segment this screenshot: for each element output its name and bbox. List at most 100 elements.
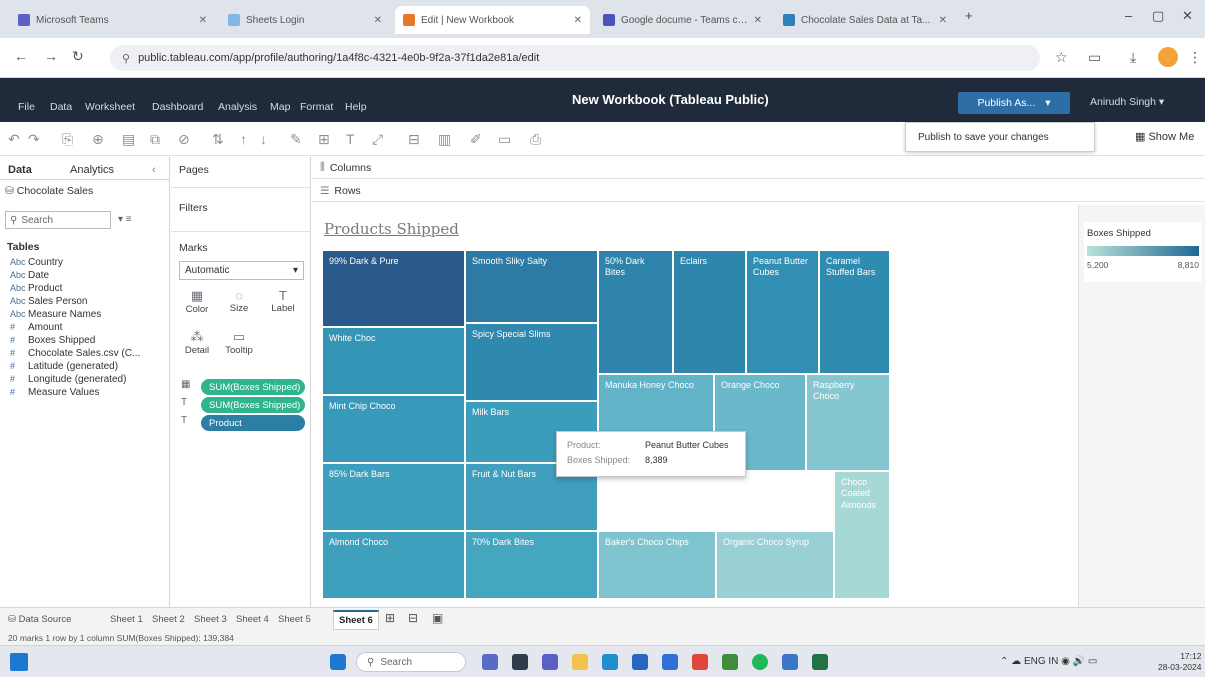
treemap-tile[interactable]: 50% Dark Bites [598, 250, 673, 374]
treemap-chart[interactable]: 99% Dark & Pure Smooth Sliky Salty 50% Dar… [312, 205, 1077, 607]
field-item[interactable]: # Boxes Shipped [10, 335, 95, 346]
tab-sheet-1[interactable]: Sheet 1 [110, 614, 143, 625]
marks-tooltip-button[interactable]: ▭ Tooltip [221, 329, 257, 356]
menu-help[interactable]: Help [345, 101, 367, 113]
menu-format[interactable]: Format [300, 101, 333, 113]
save-icon[interactable]: ⎘ [62, 131, 73, 148]
redo-icon[interactable]: ↷ [28, 131, 40, 148]
new-worksheet-icon[interactable]: ▤ [122, 131, 135, 148]
browser-menu-icon[interactable]: ⋮ [1188, 49, 1202, 66]
treemap-tile[interactable]: Peanut Butter Cubes [746, 250, 819, 374]
treemap-tile[interactable]: White Choc [322, 327, 465, 395]
share-icon[interactable]: ⎙ [530, 131, 541, 148]
close-tab-icon[interactable]: ✕ [939, 15, 947, 26]
mark-type-dropdown[interactable]: Automatic ▾ [179, 261, 304, 280]
marks-detail-button[interactable]: ⁂ Detail [179, 329, 215, 356]
download-icon[interactable]: ⤓ [1130, 49, 1136, 66]
browser-tab[interactable]: Chocolate Sales Data at Ta... ✕ [775, 6, 955, 34]
forward-icon[interactable]: → [44, 48, 58, 64]
menu-map[interactable]: Map [270, 101, 290, 113]
publish-as-button[interactable]: Publish As... ▾ [958, 92, 1070, 114]
field-item[interactable]: # Amount [10, 322, 62, 333]
maximize-icon[interactable]: ▢ [1152, 8, 1164, 24]
field-item[interactable]: # Measure Values [10, 387, 100, 398]
field-item[interactable]: Abc Product [10, 283, 62, 294]
pen-icon[interactable]: ✐ [470, 131, 482, 148]
mail-app-icon[interactable] [662, 654, 678, 670]
file-explorer-icon[interactable] [572, 654, 588, 670]
taskbar-search-input[interactable]: ⚲ Search [356, 652, 466, 672]
clear-sheet-icon[interactable]: ⊘ [178, 131, 190, 148]
presentation-icon[interactable]: ▭ [498, 131, 511, 148]
treemap-tile[interactable]: Mint Chip Choco [322, 395, 465, 463]
store-app-icon[interactable] [632, 654, 648, 670]
tab-sheet-3[interactable]: Sheet 3 [194, 614, 227, 625]
datasource-item[interactable]: ⛁ Chocolate Sales [5, 185, 93, 197]
show-me-button[interactable]: ▦ Show Me [1135, 130, 1194, 143]
worksheet-view[interactable]: 99% Dark & Pure Smooth Sliky Salty 50% Dar… [312, 205, 1077, 607]
chrome-app-icon[interactable] [692, 654, 708, 670]
url-input[interactable]: ⚲ public.tableau.com/app/profile/authori… [110, 45, 1040, 71]
undo-icon[interactable]: ↶ [8, 131, 20, 148]
new-dashboard-icon[interactable]: ⊟ [408, 611, 418, 625]
fix-axes-icon[interactable]: ⊟ [408, 131, 420, 148]
treemap-tile[interactable]: Raspberry Choco [806, 374, 890, 471]
browser-tab[interactable]: Google docume - Teams classi... ✕ [595, 6, 770, 34]
excel-app-icon[interactable] [812, 654, 828, 670]
group-icon[interactable]: ⊞ [318, 131, 330, 148]
new-tab-icon[interactable]: + [965, 8, 973, 23]
field-item[interactable]: Abc Measure Names [10, 309, 101, 320]
treemap-tile[interactable]: Organic Choco Syrup [716, 531, 834, 599]
minimize-icon[interactable]: – [1125, 8, 1132, 23]
rows-shelf[interactable]: ☰ Rows [312, 180, 1205, 202]
tab-analytics[interactable]: Analytics [70, 164, 114, 176]
bookmark-star-icon[interactable]: ☆ [1055, 49, 1068, 66]
field-item[interactable]: Abc Country [10, 257, 63, 268]
menu-dashboard[interactable]: Dashboard [152, 101, 203, 113]
treemap-tile[interactable]: Eclairs [673, 250, 746, 374]
browser-tab-active[interactable]: Edit | New Workbook ✕ [395, 6, 590, 34]
labels-icon[interactable]: T [346, 131, 355, 147]
treemap-tile[interactable]: 85% Dark Bars [322, 463, 465, 531]
swap-icon[interactable]: ⇅ [212, 131, 224, 148]
highlight-icon[interactable]: ✎ [290, 131, 302, 148]
menu-analysis[interactable]: Analysis [218, 101, 257, 113]
edge-app-icon[interactable] [602, 654, 618, 670]
field-item[interactable]: Abc Sales Person [10, 296, 87, 307]
new-worksheet-icon[interactable]: ⊞ [385, 611, 395, 625]
marks-pill-label[interactable]: SUM(Boxes Shipped) [201, 397, 305, 413]
browser-tab[interactable]: Sheets Login ✕ [220, 6, 390, 34]
site-info-icon[interactable]: ⚲ [122, 52, 130, 65]
back-icon[interactable]: ← [14, 48, 28, 64]
close-tab-icon[interactable]: ✕ [199, 15, 207, 26]
sort-asc-icon[interactable]: ↑ [240, 131, 247, 147]
field-item[interactable]: Abc Date [10, 270, 49, 281]
tab-sheet-6[interactable]: Sheet 6 [333, 610, 379, 630]
start-icon[interactable] [330, 654, 346, 670]
menu-data[interactable]: Data [50, 101, 72, 113]
spotify-app-icon[interactable] [752, 654, 768, 670]
treemap-tile[interactable]: Smooth Sliky Salty [465, 250, 598, 323]
treemap-tile[interactable]: 99% Dark & Pure [322, 250, 465, 327]
sheet-title[interactable]: Products Shipped [324, 220, 459, 238]
duplicate-icon[interactable]: ⧉ [150, 131, 160, 148]
calendar-app-icon[interactable] [782, 654, 798, 670]
treemap-tile[interactable]: Almond Choco [322, 531, 465, 599]
reload-icon[interactable]: ↻ [72, 48, 84, 65]
columns-shelf[interactable]: ⫼ Columns [312, 157, 1205, 179]
new-story-icon[interactable]: ▣ [432, 611, 443, 625]
menu-file[interactable]: File [18, 101, 35, 113]
widgets-icon[interactable] [10, 653, 28, 671]
sidepanel-icon[interactable]: ▭ [1088, 49, 1101, 66]
field-item[interactable]: # Longitude (generated) [10, 374, 126, 385]
tab-sheet-2[interactable]: Sheet 2 [152, 614, 185, 625]
browser-tab[interactable]: Microsoft Teams ✕ [10, 6, 215, 34]
marks-pill-product[interactable]: Product [201, 415, 305, 431]
minecraft-app-icon[interactable] [722, 654, 738, 670]
treemap-tile[interactable]: Spicy Special Slims [465, 323, 598, 401]
chat-app-icon[interactable] [482, 654, 498, 670]
collapse-pane-icon[interactable]: ‹ [152, 164, 156, 176]
user-menu[interactable]: Anirudh Singh ▾ [1090, 96, 1164, 108]
field-item[interactable]: # Chocolate Sales.csv (C... [10, 348, 140, 359]
sort-desc-icon[interactable]: ↓ [260, 131, 267, 147]
